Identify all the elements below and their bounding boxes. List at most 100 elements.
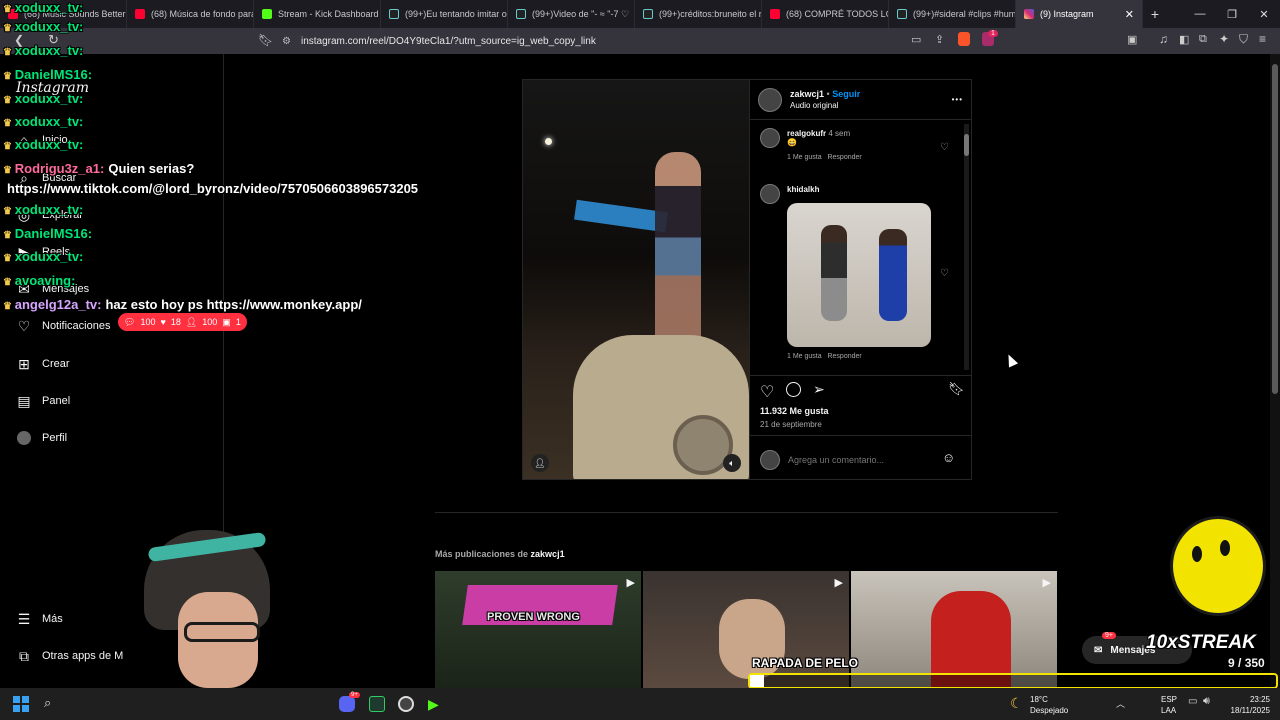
clock[interactable]: 23:25 18/11/2025: [1224, 694, 1270, 716]
reel-video[interactable]: 👤︎ 🔈︎: [523, 80, 749, 479]
windows-start-icon[interactable]: [13, 696, 29, 712]
audio-label[interactable]: Audio original: [790, 100, 860, 112]
tab-4[interactable]: (99+)Video de "- ≈ "-7 ♡: [508, 0, 635, 28]
tab-6[interactable]: (68) COMPRÉ TODOS LOS: [762, 0, 889, 28]
music-icon[interactable]: ♫: [1159, 32, 1168, 46]
bee-eye-right: [1220, 540, 1230, 556]
author-avatar[interactable]: [758, 87, 782, 112]
tab-7[interactable]: (99+)#sideral #clips #hum: [889, 0, 1016, 28]
youtube-favicon-icon: [770, 9, 780, 19]
weather-widget[interactable]: 18°C Despejado: [1030, 694, 1068, 716]
network-icon[interactable]: ▭: [1188, 696, 1197, 707]
chart-icon: ▤: [17, 392, 31, 409]
close-window-icon[interactable]: ✕: [1248, 0, 1280, 28]
comment-username[interactable]: khidalkh: [787, 185, 819, 194]
sidebar-item-notificaciones[interactable]: ♡ Notificaciones: [16, 318, 111, 334]
follow-button[interactable]: Seguir: [832, 89, 860, 99]
chat-username: xoduxx_tv:: [14, 202, 84, 217]
volume-icon[interactable]: 🔊︎: [1203, 695, 1210, 708]
bee-eye-left: [1192, 546, 1202, 562]
scrollbar-thumb[interactable]: [964, 134, 969, 156]
windows-taskbar: ⌕ 9+ ▶ ☾ 18°C Despejado ︿ ESP LAA ▭ 🔊︎ 2…: [0, 688, 1280, 720]
nav-label: Otras apps de M: [42, 650, 124, 662]
discord-app-icon[interactable]: [339, 696, 355, 712]
wallet-icon[interactable]: ▣: [1127, 33, 1137, 46]
comment-input[interactable]: [788, 451, 928, 469]
sidebar-toggle-icon[interactable]: ◧: [1179, 33, 1189, 46]
more-post-thumb-2[interactable]: ▶: [643, 571, 849, 688]
tray-chevron-icon[interactable]: ︿: [1116, 697, 1125, 710]
comment-time: 4 sem: [828, 129, 851, 138]
add-comment-row: ☺: [750, 435, 972, 479]
cast-icon[interactable]: ▭: [911, 33, 921, 46]
close-tab-icon[interactable]: ✕: [1125, 8, 1134, 21]
comment-bubble-icon[interactable]: [786, 382, 801, 397]
streak-progress-fill: [750, 675, 764, 687]
chat-line: ♛ xoduxx_tv:: [3, 202, 87, 217]
obs-app-icon[interactable]: [398, 696, 414, 712]
more-options-icon[interactable]: •••: [952, 95, 963, 104]
likes-count[interactable]: 11.932 Me gusta: [760, 406, 829, 416]
chat-badge-icon: ♛: [3, 165, 15, 176]
reply-button[interactable]: Responder: [827, 353, 861, 360]
screen: { "browser": { "tabs": [ {"label": "(68)…: [0, 0, 1280, 720]
chat-line: ♛ xoduxx_tv:: [3, 43, 87, 58]
commenter-avatar[interactable]: [760, 128, 780, 148]
save-bookmark-icon[interactable]: 🔖︎: [948, 381, 965, 397]
vpn-icon[interactable]: ⛉: [1239, 32, 1248, 47]
author-username[interactable]: zakwcj1: [790, 89, 824, 99]
reply-button[interactable]: Responder: [827, 154, 861, 161]
comment-image[interactable]: [787, 203, 931, 347]
chat-username: DanielMS16:: [14, 67, 93, 82]
nav-label: Panel: [42, 395, 71, 407]
emoji-icon[interactable]: ☺: [942, 450, 955, 465]
tagged-people-icon[interactable]: 👤︎: [531, 454, 549, 472]
tab-instagram-active[interactable]: (9) Instagram ✕: [1016, 0, 1143, 28]
streak-count: 9: [1228, 656, 1235, 670]
like-comment-heart-icon[interactable]: ♡: [940, 268, 949, 279]
brave-shield-icon[interactable]: [958, 32, 970, 46]
sidebar-item-crear[interactable]: ⊞ Crear: [16, 356, 69, 372]
share-plane-icon[interactable]: ➢: [813, 381, 825, 398]
minimize-icon[interactable]: —: [1184, 0, 1216, 28]
new-tab-button[interactable]: +: [1143, 6, 1167, 22]
glasses-shape: [184, 622, 260, 642]
street-sign-shape: [574, 199, 668, 233]
menu-icon[interactable]: ≡: [1259, 32, 1266, 46]
share-icon[interactable]: ⇪: [935, 33, 944, 46]
more-post-thumb-1[interactable]: PROVEN WRONG ▶: [435, 571, 641, 688]
streak-counter: 9 / 350: [1228, 656, 1265, 670]
like-heart-icon[interactable]: ♡: [760, 382, 774, 402]
like-comment-heart-icon[interactable]: ♡: [940, 142, 949, 153]
thumb-caption: PROVEN WRONG: [487, 611, 580, 623]
comments-scrollbar[interactable]: [964, 124, 969, 370]
nav-label: Notificaciones: [42, 320, 111, 332]
tab-5[interactable]: (99+)créditos:bruneito el r: [635, 0, 762, 28]
language-indicator[interactable]: ESP LAA: [1161, 694, 1177, 716]
post-actions: ♡ ➢ 🔖︎ 11.932 Me gusta 21 de septiembre: [750, 375, 972, 435]
extensions-icon[interactable]: ⧉: [1199, 33, 1207, 46]
terminal-app-icon[interactable]: [369, 696, 385, 712]
chat-badge-icon: ♛: [3, 47, 15, 58]
maximize-icon[interactable]: ❐: [1216, 0, 1248, 28]
page-scrollbar-thumb[interactable]: [1272, 64, 1278, 394]
reel-post: 👤︎ 🔈︎ zakwcj1 • Seguir Audio original ••…: [522, 79, 972, 480]
sidebar-item-mas[interactable]: ☰ Más: [16, 611, 63, 627]
sidebar-item-panel[interactable]: ▤ Panel: [16, 393, 70, 409]
sidebar-item-perfil[interactable]: Perfil: [16, 430, 67, 446]
post-date: 21 de septiembre: [760, 420, 822, 429]
kick-app-icon[interactable]: ▶: [428, 696, 439, 713]
chat-line: ♛ xoduxx_tv:: [3, 249, 87, 264]
chat-username: xoduxx_tv:: [14, 19, 84, 34]
commenter-avatar[interactable]: [760, 184, 780, 204]
leo-ai-icon[interactable]: ✦: [1219, 32, 1229, 46]
more-post-thumb-3[interactable]: ▶: [851, 571, 1057, 688]
mute-icon[interactable]: 🔈︎: [723, 454, 741, 472]
sidebar-item-otras-apps[interactable]: ⧉ Otras apps de M: [16, 648, 123, 664]
comment-likes[interactable]: 1 Me gusta: [787, 353, 822, 360]
taskbar-search-icon[interactable]: ⌕: [44, 695, 51, 711]
comment-likes[interactable]: 1 Me gusta: [787, 154, 822, 161]
more-posts-username[interactable]: zakwcj1: [531, 549, 565, 559]
chat-username: angelg12a_tv:: [14, 297, 102, 312]
comment-username[interactable]: realgokufr: [787, 129, 826, 138]
